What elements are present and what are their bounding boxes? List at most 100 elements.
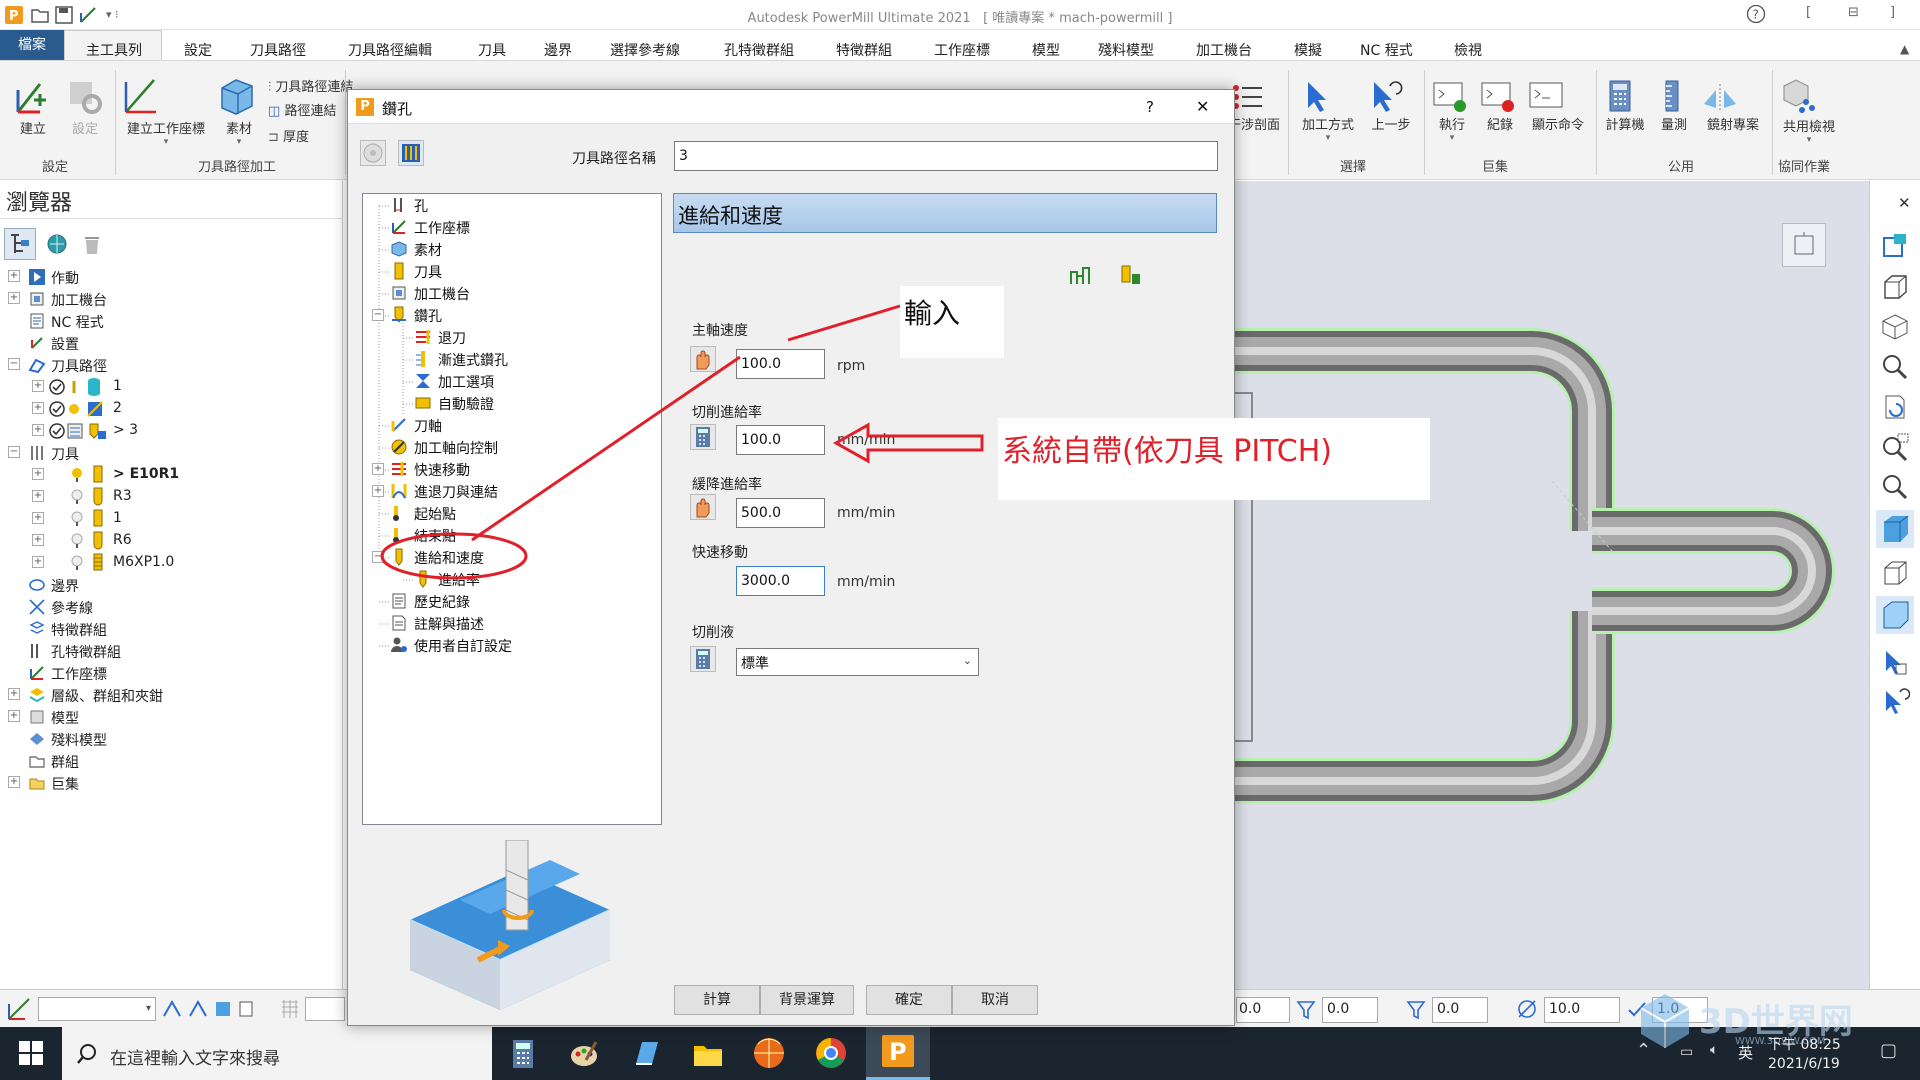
save-icon[interactable] <box>54 5 74 25</box>
maximize-button[interactable]: ] <box>1890 5 1895 20</box>
browser-item-tool-r6[interactable]: R6 <box>113 532 132 548</box>
clock-date[interactable]: 2021/6/19 <box>1768 1056 1840 1072</box>
help-icon[interactable]: ? <box>1746 4 1766 24</box>
tab-settings[interactable]: 設定 <box>184 40 212 60</box>
grid-icon[interactable] <box>280 998 300 1020</box>
tab-toolpaths[interactable]: 刀具路徑 <box>250 40 306 60</box>
transparent-view-button[interactable] <box>1876 596 1914 634</box>
expand-toggle[interactable]: + <box>372 463 384 475</box>
spindle-lock-button[interactable] <box>690 346 716 372</box>
expand-toggle[interactable]: + <box>8 710 20 722</box>
collapse-ribbon-icon[interactable]: ▲ <box>1900 42 1909 56</box>
collapse-toggle[interactable]: − <box>8 358 20 370</box>
browser-item-nc-programs[interactable]: NC 程式 <box>51 312 104 332</box>
status-field-2[interactable]: 0.0 <box>1432 997 1488 1023</box>
expand-toggle[interactable]: + <box>32 490 44 502</box>
browser-item-reference-lines[interactable]: 參考線 <box>51 598 93 618</box>
tab-view[interactable]: 檢視 <box>1454 40 1482 60</box>
windows-start-icon[interactable] <box>18 1040 44 1066</box>
globe-icon[interactable] <box>46 233 68 255</box>
zoom-icon[interactable] <box>1880 352 1910 382</box>
browser-item-setup[interactable]: 設置 <box>51 334 79 354</box>
view-box-icon[interactable] <box>1880 272 1910 302</box>
collapse-toggle[interactable]: − <box>372 551 384 563</box>
expand-toggle[interactable]: + <box>32 424 44 436</box>
calculator-app-icon[interactable] <box>508 1038 538 1070</box>
minimize-button[interactable]: [ <box>1806 5 1811 20</box>
browser-item-layers[interactable]: 層級、群組和夾鉗 <box>51 686 163 706</box>
plunge-feed-lock-button[interactable] <box>690 494 716 520</box>
browser-item-hole-features[interactable]: 孔特徵群組 <box>51 642 121 662</box>
wireframe-view-icon[interactable] <box>1880 558 1910 588</box>
tab-feature-sets[interactable]: 特徵群組 <box>836 40 892 60</box>
expand-toggle[interactable]: + <box>8 688 20 700</box>
status-field-0[interactable]: 0.0 <box>1236 997 1290 1023</box>
tab-file[interactable]: 檔案 <box>0 30 64 60</box>
browser-item-toolpath-3[interactable]: > 3 <box>113 422 138 438</box>
settings-button[interactable]: 設定 <box>62 74 108 137</box>
coolant-calc-button[interactable] <box>690 646 716 672</box>
shared-view-button[interactable]: 共用檢視 ▾ <box>1776 74 1842 145</box>
expand-toggle[interactable]: + <box>32 468 44 480</box>
plunge-feed-input[interactable]: 500.0 <box>736 498 825 528</box>
paint-app-icon[interactable] <box>568 1038 600 1070</box>
tab-machine[interactable]: 加工機台 <box>1196 40 1252 60</box>
filter-icon[interactable] <box>1296 999 1316 1021</box>
tab-tools[interactable]: 刀具 <box>478 40 506 60</box>
spindle-speed-input[interactable]: 100.0 <box>736 349 825 379</box>
diameter-icon[interactable] <box>1516 998 1538 1020</box>
workplane-quick-icon[interactable] <box>78 5 98 25</box>
select-undo-icon[interactable] <box>1880 688 1910 718</box>
expand-toggle[interactable]: + <box>372 485 384 497</box>
expand-toggle[interactable]: + <box>32 402 44 414</box>
open-icon[interactable] <box>30 5 50 25</box>
refresh-view-icon[interactable] <box>1880 392 1910 422</box>
coolant-select[interactable]: 標準 ⌄ <box>736 648 979 676</box>
expand-toggle[interactable]: + <box>32 512 44 524</box>
tree-item-axis-control[interactable]: 加工軸向控制 <box>414 438 498 458</box>
powermill-taskbar-button[interactable]: P <box>866 1027 930 1080</box>
tree-item-peck-drilling[interactable]: 漸進式鑽孔 <box>438 350 508 370</box>
tree-item-retract[interactable]: 退刀 <box>438 328 466 348</box>
tab-home[interactable]: 主工具列 <box>86 40 142 60</box>
tree-item-workplane[interactable]: 工作座標 <box>414 218 470 238</box>
filter-depth-icon[interactable] <box>1406 999 1426 1021</box>
toolpath-name-input[interactable]: 3 <box>674 141 1218 171</box>
tree-item-machining-options[interactable]: 加工選項 <box>438 372 494 392</box>
close-panel-icon[interactable]: ✕ <box>1898 194 1911 212</box>
ok-button[interactable]: 確定 <box>866 985 952 1015</box>
tree-item-stock[interactable]: 素材 <box>414 240 442 260</box>
tab-models[interactable]: 模型 <box>1032 40 1060 60</box>
toolpath-list-button[interactable] <box>398 140 424 166</box>
collapse-toggle[interactable]: − <box>372 309 384 321</box>
view-iso-icon[interactable] <box>1880 232 1910 262</box>
browser-item-tool-e10r1[interactable]: > E10R1 <box>113 466 179 482</box>
quick-access-menu-icon[interactable]: ▾ ⁝ <box>106 8 126 28</box>
tree-item-start-point[interactable]: 起始點 <box>414 504 456 524</box>
browser-item-toolpath-1[interactable]: 1 <box>113 378 122 394</box>
tree-item-holes[interactable]: 孔 <box>414 196 428 216</box>
zoom-out-icon[interactable] <box>1880 472 1910 502</box>
browser-item-tools[interactable]: 刀具 <box>51 444 79 464</box>
dialog-help-button[interactable]: ? <box>1146 98 1154 116</box>
graphics-viewport[interactable] <box>1232 181 1869 989</box>
toolpath-settings-button[interactable] <box>360 140 386 166</box>
expand-toggle[interactable]: + <box>8 270 20 282</box>
expand-toggle[interactable]: + <box>32 556 44 568</box>
run-button[interactable]: 執行 ▾ <box>1430 80 1474 143</box>
dialog-close-button[interactable]: ✕ <box>1196 97 1209 116</box>
tab-hole-features[interactable]: 孔特徵群組 <box>724 40 794 60</box>
undo-button[interactable]: 上一步 <box>1364 80 1418 133</box>
browser-item-boundaries[interactable]: 邊界 <box>51 576 79 596</box>
cancel-button[interactable]: 取消 <box>952 985 1038 1015</box>
record-button[interactable]: 紀錄 <box>1478 80 1522 133</box>
status-field-left[interactable] <box>305 997 345 1021</box>
chrome-icon[interactable] <box>814 1036 848 1070</box>
tree-item-history[interactable]: 歷史紀錄 <box>414 592 470 612</box>
browser-item-toolpaths[interactable]: 刀具路徑 <box>51 356 107 376</box>
machining-method-button[interactable]: 加工方式 ▾ <box>1296 80 1360 143</box>
cutting-feed-input[interactable]: 100.0 <box>736 425 825 455</box>
load-from-tool-data-button[interactable] <box>1118 264 1142 288</box>
restore-button[interactable]: ⊟ <box>1848 5 1859 20</box>
explorer-tree-button[interactable] <box>4 228 36 260</box>
